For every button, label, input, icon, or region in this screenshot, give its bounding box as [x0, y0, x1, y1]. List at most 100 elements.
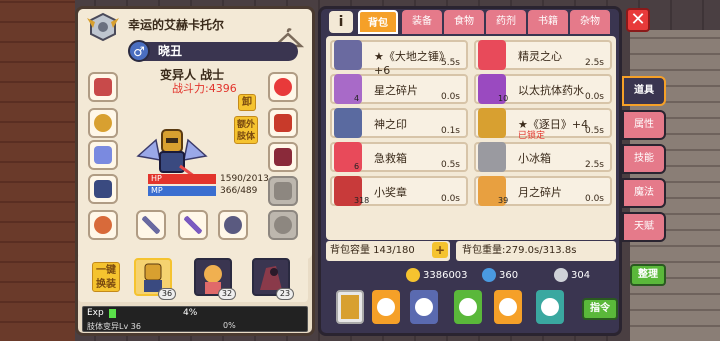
item-count: 4	[354, 94, 360, 103]
item-weight: 5.5s	[440, 58, 460, 68]
inventory-item[interactable]: ★《大地之锤》+6 5.5s	[330, 40, 468, 77]
gem-amount: 360	[499, 270, 519, 281]
sort-button[interactable]: 整理	[630, 264, 666, 286]
equip-slot-head[interactable]	[88, 72, 118, 102]
item-weight: 0.0s	[440, 194, 460, 204]
item-icon	[478, 108, 506, 138]
filter-icon	[499, 298, 517, 316]
tab-equipment[interactable]: 装备	[402, 10, 442, 34]
side-tab-magic[interactable]: 魔法	[622, 178, 666, 208]
combat-power: 战斗力:4396	[172, 82, 237, 95]
item-name: 急救箱	[374, 152, 407, 165]
filter-icon	[377, 298, 395, 316]
equip-slot-ring[interactable]	[88, 210, 118, 240]
expand-capacity-button[interactable]: +	[432, 242, 448, 258]
gold-amount: 3386003	[423, 270, 468, 281]
party-member-1[interactable]: 36	[134, 258, 176, 300]
gold-coin-icon	[406, 268, 420, 282]
equip-slot-weapon-2[interactable]	[178, 210, 208, 240]
exp-label: Exp	[87, 308, 104, 318]
quick-slot-button[interactable]	[336, 290, 364, 324]
inventory-item[interactable]: 精灵之心 2.5s	[474, 40, 612, 70]
tab-food[interactable]: 食物	[444, 10, 484, 34]
inventory-item[interactable]: 急救箱 0.5s 6	[330, 142, 468, 172]
party-member-2[interactable]: 32	[194, 258, 236, 300]
party-member-level: 23	[276, 288, 294, 300]
tab-books[interactable]: 书籍	[528, 10, 568, 34]
inventory-item[interactable]: ★《逐日》+4 0.5s 已锁定	[474, 108, 612, 141]
equip-slot-neck[interactable]	[88, 108, 118, 138]
command-button[interactable]: 指令	[582, 298, 618, 320]
equip-slot-weapon-1[interactable]	[136, 210, 166, 240]
equip-slot-offhand[interactable]	[218, 210, 248, 240]
equip-slot-armor[interactable]	[88, 174, 118, 204]
mp-bar: MP	[148, 186, 216, 196]
filter-button-4[interactable]	[494, 290, 522, 324]
bag-weight: 背包重量:279.0s/313.8s	[456, 241, 616, 261]
side-tab-talents[interactable]: 天赋	[622, 212, 666, 242]
info-button[interactable]: i	[329, 11, 353, 33]
filter-button-5[interactable]	[536, 290, 564, 324]
character-title: 幸运的艾赫卡托尔	[128, 18, 225, 32]
filter-icon	[541, 298, 559, 316]
filter-button-1[interactable]	[372, 290, 400, 324]
one-click-swap-button[interactable]: 一键换装	[92, 262, 120, 292]
equip-slot-extra-limb-2[interactable]	[268, 142, 298, 172]
character-name: 晓丑	[158, 44, 183, 58]
extra-limb-button[interactable]: 额外肢体	[234, 116, 258, 144]
tab-backpack[interactable]: 背包	[358, 10, 398, 34]
equip-slot-emblem[interactable]	[268, 72, 298, 102]
equip-slot-locked-2[interactable]	[268, 210, 298, 240]
close-icon[interactable]: ✕	[626, 8, 650, 32]
tab-misc[interactable]: 杂物	[570, 10, 610, 34]
filter-button-3[interactable]	[454, 290, 482, 324]
side-tab-skills[interactable]: 技能	[622, 144, 666, 174]
item-weight: 0.5s	[584, 126, 604, 136]
item-count: 318	[354, 196, 370, 205]
equip-slot-extra-limb-1[interactable]	[268, 108, 298, 138]
gem-icon	[482, 268, 496, 282]
gold-currency: 3386003	[406, 266, 468, 286]
male-icon: ♂	[128, 40, 150, 62]
inventory-item[interactable]: 神之印 0.1s	[330, 108, 468, 138]
limb-mutation-level: 肢体变异Lv 36	[87, 322, 141, 331]
item-name: 月之碎片	[518, 186, 562, 199]
unequip-button[interactable]: 卸	[238, 94, 256, 111]
silver-amount: 304	[571, 270, 591, 281]
item-name: 小奖章	[374, 186, 407, 199]
item-weight: 2.5s	[584, 58, 604, 68]
exp-bar: Exp 4% 肢体变异Lv 36 0%	[82, 306, 308, 332]
item-weight: 0.1s	[440, 126, 460, 136]
item-count: 39	[498, 196, 509, 205]
inventory-item[interactable]: 小奖章 0.0s 318	[330, 176, 468, 206]
filter-button-2[interactable]	[410, 290, 438, 324]
rank-badge-icon	[87, 12, 119, 42]
item-name: 小冰箱	[518, 152, 551, 165]
mp-value: 366/489	[220, 186, 258, 196]
inventory-item[interactable]: 以太抗体药水 0.0s 10	[474, 74, 612, 104]
item-name: 以太抗体药水	[518, 84, 584, 97]
character-name-pill: ♂ 晓丑	[128, 40, 298, 62]
tab-potion[interactable]: 药剂	[486, 10, 526, 34]
background-left-wall	[0, 0, 75, 341]
limb-mutation-percent: 0%	[223, 321, 236, 330]
silver-currency: 304	[554, 266, 590, 286]
inventory-item[interactable]: 小冰箱 2.5s	[474, 142, 612, 172]
filter-icon	[415, 298, 433, 316]
item-name: 精灵之心	[518, 50, 562, 63]
filter-icon	[459, 298, 477, 316]
side-tab-items[interactable]: 道具	[622, 76, 666, 106]
quick-slot-icon	[341, 295, 359, 319]
equip-slot-locked-1[interactable]	[268, 176, 298, 206]
item-count: 10	[498, 94, 509, 103]
side-tab-attributes[interactable]: 属性	[622, 110, 666, 140]
equip-slot-wing[interactable]	[88, 140, 118, 170]
inventory-item[interactable]: 星之碎片 0.0s 4	[330, 74, 468, 104]
party-member-3[interactable]: 23	[252, 258, 294, 300]
inventory-item[interactable]: 月之碎片 0.0s 39	[474, 176, 612, 206]
hp-value: 1590/2013	[220, 174, 269, 184]
item-icon	[478, 40, 506, 70]
item-name: 神之印	[374, 118, 407, 131]
item-weight: 0.0s	[584, 92, 604, 102]
item-weight: 0.5s	[440, 160, 460, 170]
